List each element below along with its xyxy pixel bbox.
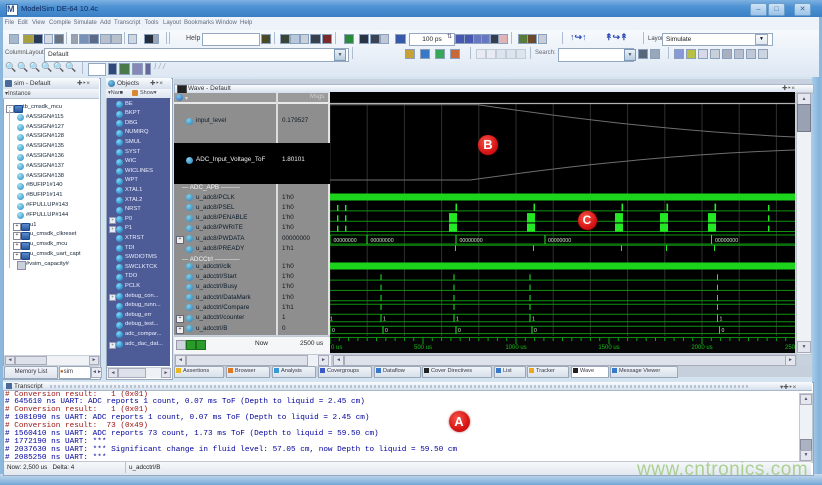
svg-text:0: 0 [722,328,725,334]
svg-text:1000 us: 1000 us [505,345,526,351]
svg-text:250: 250 [785,345,795,351]
svg-text:1500 us: 1500 us [598,345,619,351]
svg-text:0 us: 0 us [331,345,342,351]
svg-text:00000000: 00000000 [715,238,738,244]
svg-text:00000000: 00000000 [371,238,394,244]
svg-text:0: 0 [458,328,461,334]
svg-text:0: 0 [385,328,388,334]
svg-text:500 us: 500 us [414,345,432,351]
svg-text:0: 0 [534,328,537,334]
svg-text:1: 1 [383,317,386,323]
svg-text:0: 0 [332,328,335,334]
svg-text:1: 1 [330,317,333,323]
svg-text:1: 1 [720,317,723,323]
svg-text:00000000: 00000000 [334,238,357,244]
svg-text:00000000: 00000000 [548,238,571,244]
svg-text:2000 us: 2000 us [691,345,712,351]
svg-text:1: 1 [456,317,459,323]
svg-text:1: 1 [532,317,535,323]
svg-text:00000000: 00000000 [460,238,483,244]
